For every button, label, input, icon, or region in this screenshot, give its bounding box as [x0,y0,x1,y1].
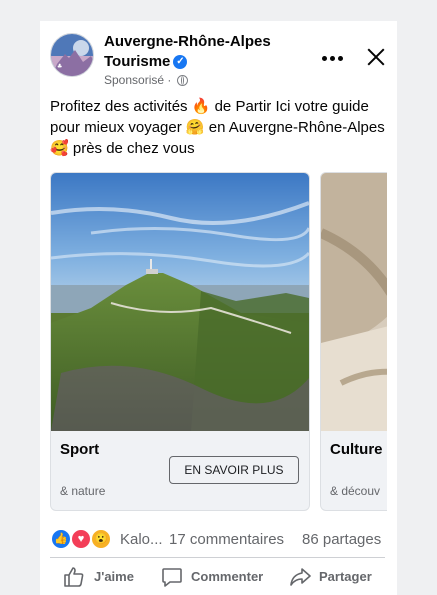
share-button[interactable]: Partager [289,565,379,589]
more-options-button[interactable] [322,48,348,68]
sponsored-post-card: ♣ Auvergne-Rhône-Alpes Tourisme ✓ Sponsor… [40,21,397,595]
dot-icon [338,56,343,61]
carousel-item-description: & découv [330,484,381,498]
close-button[interactable] [365,46,387,68]
divider [50,557,385,558]
comment-label: Commenter [191,569,264,584]
comments-count[interactable]: 17 commentaires [169,531,284,548]
comment-button[interactable]: Commenter [161,565,271,589]
post-text-part: en Auvergne-Rhône-Alpes [204,119,385,136]
dot-icon [322,56,327,61]
carousel-item-description: & nature [60,484,106,498]
reactors-names[interactable]: Kalo... [120,531,162,548]
globe-icon [176,75,188,87]
verified-badge-icon: ✓ [173,55,188,70]
post-text-part: près de chez vous [68,140,195,157]
svg-text:♣: ♣ [57,63,62,70]
carousel-item-sport[interactable]: Sport EN SAVOIR PLUS & nature [50,172,310,511]
smiling-hearts-emoji-icon: 🥰 [50,140,69,157]
carousel-item-title[interactable]: Culture [330,441,383,458]
dot-icon [330,56,335,61]
page-name-text[interactable]: Auvergne-Rhône-Alpes Tourisme [104,33,271,70]
post-text-part: Profitez des activités [50,98,192,115]
sponsored-label: Sponsorisé · [104,73,188,87]
comment-icon [162,568,182,587]
fire-emoji-icon: 🔥 [191,98,211,115]
wow-icon: 😮 [90,528,112,550]
post-text: Profitez des activités 🔥 de Partir Ici v… [50,96,390,159]
hug-emoji-icon: 🤗 [185,119,205,136]
sponsored-text[interactable]: Sponsorisé [104,73,164,87]
volcano-landscape-image[interactable] [51,173,309,431]
like-label: J'aime [94,569,134,584]
share-label: Partager [319,569,372,584]
learn-more-button[interactable]: EN SAVOIR PLUS [169,456,299,484]
carousel-item-title[interactable]: Sport [60,441,99,458]
page-avatar[interactable]: ♣ [50,33,94,77]
carousel-item-culture[interactable]: Culture & découv [320,172,387,511]
share-arrow-icon [290,568,311,586]
ad-carousel[interactable]: Sport EN SAVOIR PLUS & nature Culture & … [50,172,387,511]
separator: · [164,73,175,87]
like-button[interactable]: J'aime [63,565,143,589]
like-icon: 👍 [50,528,72,550]
page-name[interactable]: Auvergne-Rhône-Alpes Tourisme ✓ [104,32,304,72]
love-icon: ♥ [70,528,92,550]
architecture-staircase-image[interactable] [321,173,387,431]
thumbs-up-icon [64,567,84,587]
shares-count[interactable]: 86 partages [302,531,381,548]
